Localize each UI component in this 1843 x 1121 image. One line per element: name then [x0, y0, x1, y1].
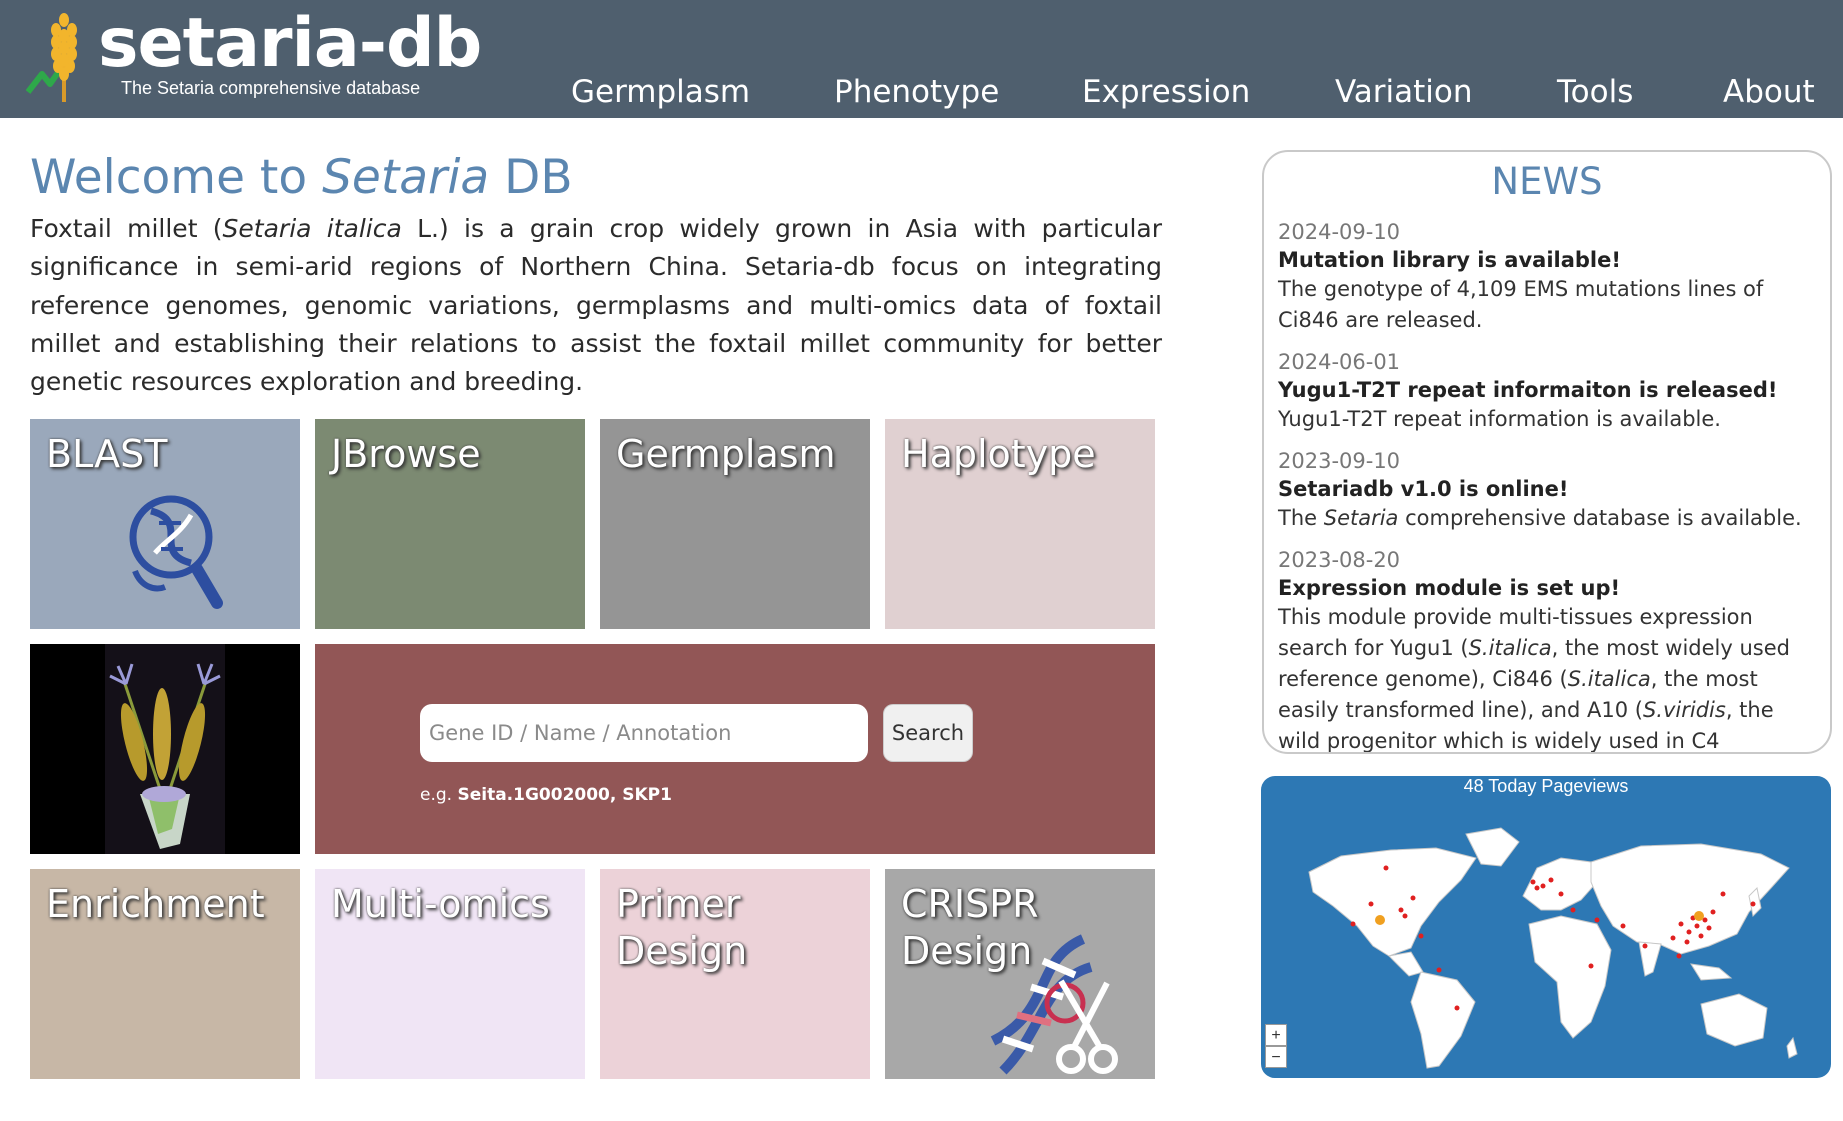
tile-crispr-line2: Design: [901, 929, 1033, 973]
gene-search-panel: Search e.g. Seita.1G002000, SKP1: [315, 644, 1155, 854]
news-date: 2023-09-10: [1278, 449, 1401, 473]
flower-photo: [30, 644, 300, 854]
news-body-text: comprehensive database is available.: [1398, 506, 1802, 530]
news-list: 2024-09-10 Mutation library is available…: [1278, 218, 1818, 752]
news-item: 2024-06-01 Yugu1-T2T repeat informaiton …: [1278, 348, 1818, 435]
page-title: Welcome to Setaria DB: [30, 150, 573, 205]
tile-primer-line2: Design: [616, 929, 748, 973]
tile-haplotype[interactable]: Haplotype: [885, 419, 1155, 629]
intro-italic: Setaria italica: [222, 214, 402, 243]
tile-blast[interactable]: BLAST: [30, 419, 300, 629]
search-example-prefix: e.g.: [420, 785, 458, 805]
news-headline: Yugu1-T2T repeat informaiton is released…: [1278, 378, 1778, 402]
tile-crispr-design[interactable]: CRISPR Design: [885, 869, 1155, 1079]
gene-search-input[interactable]: [420, 704, 868, 762]
news-date: 2023-08-20: [1278, 548, 1401, 572]
news-body-italic: Setaria: [1323, 506, 1399, 530]
world-map: [1308, 827, 1798, 1069]
nav-about[interactable]: About: [1723, 74, 1815, 110]
news-headline: Expression module is set up!: [1278, 576, 1621, 600]
nav-phenotype[interactable]: Phenotype: [834, 74, 999, 110]
news-panel[interactable]: NEWS 2024-09-10 Mutation library is avai…: [1262, 150, 1832, 754]
news-headline: Mutation library is available!: [1278, 248, 1621, 272]
site-logo[interactable]: setaria-db The Setaria comprehensive dat…: [26, 4, 496, 110]
search-example: e.g. Seita.1G002000, SKP1: [420, 785, 672, 805]
tile-jbrowse-label: JBrowse: [331, 432, 481, 476]
news-body: The Setaria comprehensive database is av…: [1278, 503, 1818, 534]
dna-magnifier-icon: [129, 495, 223, 609]
title-italic: Setaria: [322, 150, 490, 205]
news-date: 2024-09-10: [1278, 220, 1401, 244]
nav-tools[interactable]: Tools: [1557, 74, 1633, 110]
tile-enrichment[interactable]: Enrichment: [30, 869, 300, 1079]
tile-multiomics-label: Multi-omics: [331, 882, 550, 926]
intro-paragraph: Foxtail millet (Setaria italica L.) is a…: [30, 210, 1162, 401]
nav-expression[interactable]: Expression: [1082, 74, 1250, 110]
tile-multiomics[interactable]: Multi-omics: [315, 869, 585, 1079]
title-suffix: DB: [489, 150, 573, 205]
news-title: NEWS: [1491, 160, 1603, 203]
pageviews-map-widget[interactable]: 48 Today Pageviews + −: [1261, 776, 1831, 1078]
logo-subtitle: The Setaria comprehensive database: [121, 78, 421, 98]
tile-primer-label: Primer Design: [616, 881, 747, 975]
millet-flower-image: [105, 644, 225, 854]
nav-germplasm[interactable]: Germplasm: [571, 74, 750, 110]
news-body-text: The: [1278, 506, 1324, 530]
tile-jbrowse[interactable]: JBrowse: [315, 419, 585, 629]
news-body-italic: S.italica: [1567, 667, 1651, 691]
news-headline: Setariadb v1.0 is online!: [1278, 477, 1569, 501]
map-zoom-out-button[interactable]: −: [1265, 1046, 1287, 1068]
news-date: 2024-06-01: [1278, 350, 1401, 374]
tile-haplotype-label: Haplotype: [901, 432, 1096, 476]
nav-variation[interactable]: Variation: [1335, 74, 1473, 110]
tile-germplasm[interactable]: Germplasm: [600, 419, 870, 629]
news-item: 2023-08-20 Expression module is set up! …: [1278, 546, 1818, 752]
logo-title: setaria-db: [98, 4, 482, 83]
site-header: setaria-db The Setaria comprehensive dat…: [0, 0, 1843, 118]
search-button[interactable]: Search: [883, 704, 973, 762]
map-zoom-in-button[interactable]: +: [1265, 1024, 1287, 1046]
tile-blast-label: BLAST: [46, 432, 168, 476]
news-body: Yugu1-T2T repeat information is availabl…: [1278, 407, 1721, 431]
news-body: This module provide multi-tissues expres…: [1278, 602, 1818, 752]
tile-crispr-line1: CRISPR: [901, 882, 1039, 926]
title-prefix: Welcome to: [30, 150, 323, 205]
news-body-italic: S.viridis: [1642, 698, 1726, 722]
intro-text-1: Foxtail millet (: [30, 214, 223, 243]
news-body-italic: S.italica: [1468, 636, 1552, 660]
tile-germplasm-label: Germplasm: [616, 432, 836, 476]
news-item: 2024-09-10 Mutation library is available…: [1278, 218, 1818, 336]
search-example-values: Seita.1G002000, SKP1: [457, 785, 672, 805]
news-item: 2023-09-10 Setariadb v1.0 is online! The…: [1278, 447, 1818, 534]
millet-logo-icon: [26, 13, 77, 102]
tile-primer-design[interactable]: Primer Design: [600, 869, 870, 1079]
tile-crispr-label: CRISPR Design: [901, 881, 1039, 975]
tile-enrichment-label: Enrichment: [46, 882, 265, 926]
tile-primer-line1: Primer: [616, 882, 741, 926]
news-body: The genotype of 4,109 EMS mutations line…: [1278, 277, 1764, 332]
